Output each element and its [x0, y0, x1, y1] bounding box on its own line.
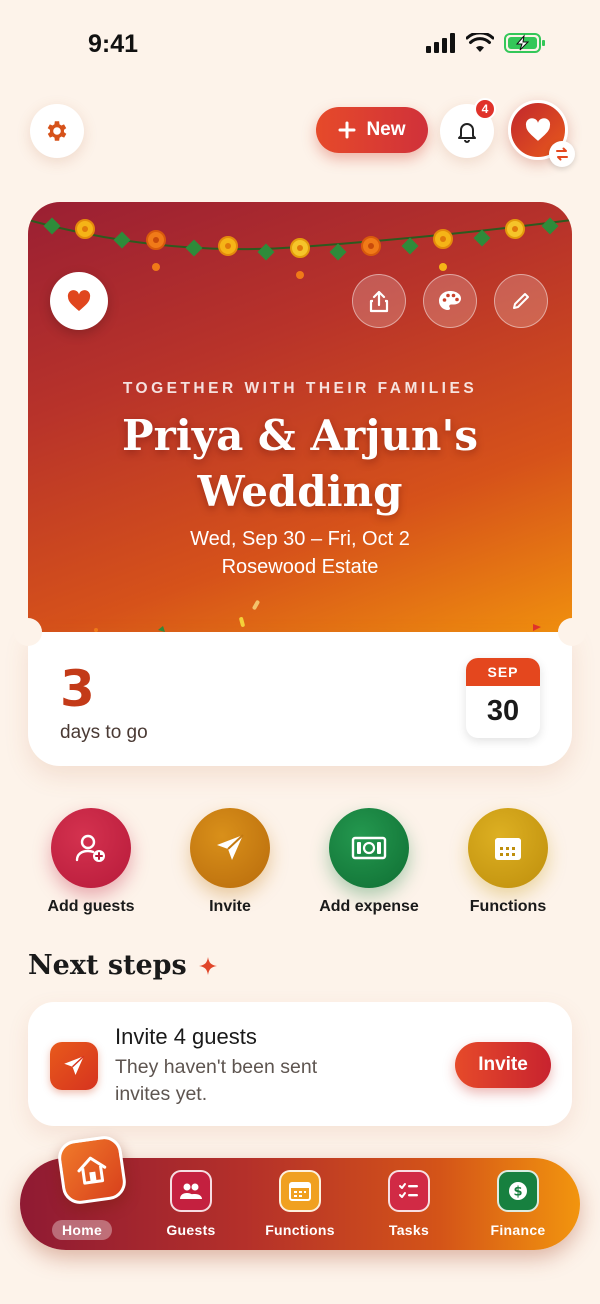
confetti-decoration — [94, 600, 541, 632]
days-remaining: 3 — [60, 660, 95, 718]
calendar-day: 30 — [486, 695, 520, 727]
tab-tasks[interactable]: Tasks — [355, 1158, 463, 1250]
quick-action-add-guests[interactable]: Add guests — [31, 808, 151, 916]
next-step-title: Invite 4 guests — [115, 1024, 257, 1049]
wedding-hero-card: TOGETHER WITH THEIR FAMILIES Priya & Arj… — [28, 202, 572, 634]
home-icon — [55, 1133, 129, 1207]
tab-home-label: Home — [28, 1220, 136, 1240]
new-button-label: New — [366, 119, 406, 140]
guests-icon — [170, 1170, 212, 1212]
event-date-calendar: SEP 30 — [466, 658, 540, 738]
functions-button[interactable] — [468, 808, 548, 888]
invite-step-icon — [50, 1042, 98, 1090]
calendar-month: SEP — [466, 658, 540, 686]
functions-label: Functions — [469, 898, 547, 915]
palette-icon — [439, 291, 461, 310]
settings-button[interactable] — [30, 104, 84, 158]
wifi-icon — [466, 33, 494, 52]
profile-avatar[interactable] — [508, 100, 575, 167]
bottom-tab-bar: Home Guests Functions Tasks $ Finance — [20, 1133, 580, 1250]
tab-home[interactable]: Home — [28, 1133, 136, 1250]
tab-finance-label: Finance — [490, 1222, 546, 1238]
marigold-garland-decoration — [28, 217, 572, 279]
heart-icon — [525, 118, 551, 141]
next-steps-title: Next steps — [28, 950, 187, 981]
calendar-icon — [279, 1170, 321, 1212]
status-bar: 9:41 — [0, 0, 600, 90]
next-step-card: Invite 4 guests They haven't been sent i… — [28, 1002, 572, 1126]
countdown-card: 3 days to go SEP 30 — [14, 618, 586, 766]
next-step-invite-button[interactable]: Invite — [455, 1042, 551, 1088]
hero-eyebrow: TOGETHER WITH THEIR FAMILIES — [122, 380, 478, 397]
dollar-icon: $ — [497, 1170, 539, 1212]
switch-account-icon[interactable] — [549, 141, 575, 167]
quick-action-invite[interactable]: Invite — [170, 808, 290, 916]
svg-text:$: $ — [513, 1185, 522, 1200]
add-expense-button[interactable] — [329, 808, 409, 888]
ticket-notch-right — [558, 618, 586, 646]
bell-icon — [458, 123, 476, 143]
event-title: Priya & Arjun's Wedding — [28, 408, 572, 520]
notifications-button[interactable]: 4 — [440, 98, 496, 158]
edit-button[interactable] — [494, 274, 548, 328]
add-expense-label: Add expense — [319, 898, 419, 915]
tab-guests[interactable]: Guests — [137, 1158, 245, 1250]
add-guests-button[interactable] — [51, 808, 131, 888]
pencil-icon — [513, 293, 529, 309]
sparkle-icon — [198, 956, 217, 975]
invite-label: Invite — [209, 898, 251, 915]
ticket-notch-left — [14, 618, 42, 646]
event-title-line-1: Priya & Arjun's — [122, 411, 478, 460]
add-guests-label: Add guests — [47, 898, 135, 915]
event-venue: Rosewood Estate — [221, 556, 379, 578]
calendar-icon — [495, 838, 521, 860]
tab-functions-label: Functions — [265, 1222, 335, 1238]
theme-button[interactable] — [423, 274, 477, 328]
send-icon — [64, 1055, 85, 1075]
add-person-icon — [75, 834, 105, 862]
status-icons — [426, 32, 546, 54]
tab-finance[interactable]: $ Finance — [464, 1158, 572, 1250]
money-icon — [351, 836, 387, 860]
days-remaining-label: days to go — [60, 722, 148, 743]
tab-guests-label: Guests — [166, 1222, 216, 1238]
heart-icon — [67, 290, 91, 311]
quick-action-functions[interactable]: Functions — [448, 808, 568, 916]
event-title-line-2: Wedding — [197, 467, 403, 516]
favorite-button[interactable] — [50, 272, 108, 330]
next-steps-heading: Next steps — [28, 950, 219, 981]
tab-tasks-label: Tasks — [388, 1222, 430, 1238]
event-dates: Wed, Sep 30 – Fri, Oct 2 — [190, 528, 410, 550]
checklist-icon — [388, 1170, 430, 1212]
tab-functions[interactable]: Functions — [246, 1158, 354, 1250]
notification-badge: 4 — [474, 98, 496, 120]
share-icon — [369, 290, 389, 313]
invite-button[interactable] — [190, 808, 270, 888]
next-step-description: They haven't been sent invites yet. — [115, 1056, 318, 1105]
send-icon — [217, 834, 244, 860]
quick-action-add-expense[interactable]: Add expense — [309, 808, 429, 916]
cellular-signal-icon — [426, 33, 455, 53]
gear-icon — [47, 121, 67, 141]
plus-icon — [338, 121, 356, 139]
status-time: 9:41 — [88, 30, 139, 58]
new-button[interactable]: New — [316, 107, 428, 153]
share-button[interactable] — [352, 274, 406, 328]
top-bar: New 4 — [0, 98, 600, 167]
battery-charging-icon — [504, 33, 545, 53]
